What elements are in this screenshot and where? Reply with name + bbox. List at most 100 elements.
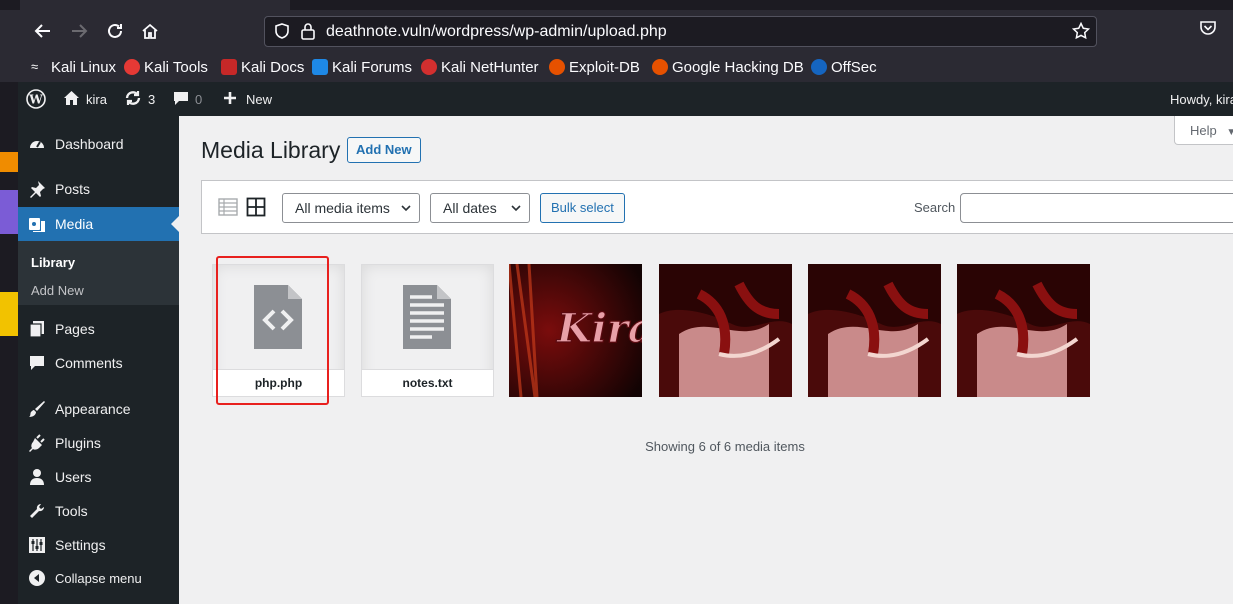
bookmark-kali-docs[interactable]: Kali Docs	[221, 57, 304, 77]
bookmark-label: Kali Tools	[144, 58, 208, 76]
menu-plugins[interactable]: Plugins	[18, 426, 179, 460]
account-menu[interactable]: Howdy, kira	[1170, 82, 1233, 116]
shield-icon[interactable]	[273, 22, 291, 44]
media-submenu: Library Add New	[18, 241, 179, 305]
back-icon[interactable]	[30, 18, 56, 44]
adjacent-window-edge	[0, 82, 18, 604]
anime-portrait-image	[957, 264, 1090, 397]
plus-icon	[223, 91, 237, 108]
updates-count: 3	[148, 91, 156, 107]
help-tab[interactable]: Help ▼	[1174, 116, 1233, 145]
search-input[interactable]	[960, 193, 1233, 223]
bookmark-offsec[interactable]: OffSec	[811, 57, 877, 77]
media-item-notes[interactable]: notes.txt	[361, 264, 494, 397]
settings-icon	[27, 535, 47, 555]
bookmark-kali-nethunter[interactable]: Kali NetHunter	[421, 57, 539, 77]
kali-forums-icon	[312, 59, 328, 75]
nethunter-icon	[421, 59, 437, 75]
url-text[interactable]: deathnote.vuln/wordpress/wp-admin/upload…	[326, 23, 667, 41]
wordpress-logo-icon[interactable]: W	[26, 82, 46, 116]
comments-count: 0	[195, 91, 203, 107]
collapse-menu-button[interactable]: Collapse menu	[18, 561, 179, 595]
plug-icon	[27, 433, 47, 453]
submenu-library[interactable]: Library	[31, 255, 75, 270]
forward-icon[interactable]	[66, 18, 92, 44]
media-type-filter[interactable]: All media items	[282, 193, 420, 223]
media-icon	[27, 214, 47, 234]
chevron-down-icon	[511, 205, 521, 212]
menu-label: Appearance	[55, 401, 131, 417]
add-new-button[interactable]: Add New	[347, 137, 421, 163]
menu-label: Users	[55, 469, 92, 485]
menu-label: Settings	[55, 537, 106, 553]
bookmarks-toolbar: ≈ Kali Linux Kali Tools Kali Docs Kali Fo…	[0, 52, 1233, 82]
dashboard-icon	[27, 134, 47, 154]
menu-label: Tools	[55, 503, 88, 519]
media-item-image[interactable]	[957, 264, 1090, 397]
updates-link[interactable]: 3	[124, 82, 155, 116]
menu-media[interactable]: Media	[18, 207, 179, 241]
bookmark-kali-tools[interactable]: Kali Tools	[124, 57, 208, 77]
chevron-down-icon	[401, 205, 411, 212]
svg-text:W: W	[28, 93, 43, 107]
menu-pages[interactable]: Pages	[18, 312, 179, 346]
active-tab[interactable]	[20, 0, 290, 10]
bookmark-kali-forums[interactable]: Kali Forums	[312, 57, 412, 77]
home-icon[interactable]	[137, 18, 163, 44]
pin-icon	[27, 179, 47, 199]
media-item-image[interactable]: Kira	[509, 264, 642, 397]
bookmark-label: Exploit-DB	[569, 58, 640, 76]
list-view-icon[interactable]	[218, 197, 238, 217]
comments-link[interactable]: 0	[173, 82, 202, 116]
bookmark-label: Kali NetHunter	[441, 58, 539, 76]
media-item-image[interactable]	[808, 264, 941, 397]
text-file-icon	[403, 285, 451, 349]
howdy-text: Howdy, kira	[1170, 91, 1233, 107]
menu-posts[interactable]: Posts	[18, 172, 179, 206]
bookmark-kali-linux[interactable]: ≈ Kali Linux	[31, 57, 116, 77]
pages-icon	[27, 319, 47, 339]
updates-icon	[124, 89, 142, 110]
site-name-link[interactable]: kira	[63, 82, 107, 116]
menu-label: Plugins	[55, 435, 101, 451]
bookmark-exploit-db[interactable]: Exploit-DB	[549, 57, 640, 77]
image-overlay-text: Kira	[556, 305, 642, 352]
pocket-icon[interactable]	[1199, 20, 1217, 40]
kira-title-image: Kira	[509, 264, 642, 397]
new-content-link[interactable]: New	[223, 82, 272, 116]
media-item-image[interactable]	[659, 264, 792, 397]
address-bar[interactable]: deathnote.vuln/wordpress/wp-admin/upload…	[264, 16, 1097, 47]
adjacent-tile	[0, 152, 18, 172]
menu-tools[interactable]: Tools	[18, 494, 179, 528]
date-filter[interactable]: All dates	[430, 193, 530, 223]
menu-users[interactable]: Users	[18, 460, 179, 494]
filter-date-value: All dates	[443, 200, 497, 216]
tab-strip	[0, 0, 1233, 10]
lock-icon[interactable]	[300, 22, 316, 44]
grid-view-icon[interactable]	[246, 197, 266, 217]
bookmark-ghdb[interactable]: Google Hacking DB	[652, 57, 804, 77]
anime-portrait-image	[659, 264, 792, 397]
admin-sidebar: Dashboard Posts Media Library Add New Pa…	[18, 116, 179, 604]
filename: notes.txt	[362, 370, 493, 396]
wrench-icon	[27, 501, 47, 521]
bulk-select-button[interactable]: Bulk select	[540, 193, 625, 223]
menu-appearance[interactable]: Appearance	[18, 392, 179, 426]
ghdb-icon	[652, 59, 668, 75]
brush-icon	[27, 399, 47, 419]
help-label: Help	[1190, 123, 1217, 138]
page-title: Media Library	[201, 137, 341, 163]
bookmark-label: Google Hacking DB	[672, 58, 804, 76]
bookmark-star-icon[interactable]	[1071, 21, 1091, 44]
reload-icon[interactable]	[102, 18, 128, 44]
wp-admin-bar: W kira 3 0 New Howdy, kira	[18, 82, 1233, 116]
kali-dragon-icon: ≈	[31, 59, 47, 75]
submenu-add-new[interactable]: Add New	[31, 283, 84, 298]
site-name: kira	[86, 91, 107, 107]
menu-settings[interactable]: Settings	[18, 528, 179, 562]
menu-comments[interactable]: Comments	[18, 346, 179, 380]
collapse-icon	[27, 568, 47, 588]
search-label: Search	[914, 200, 956, 215]
offsec-icon	[811, 59, 827, 75]
menu-dashboard[interactable]: Dashboard	[18, 127, 179, 161]
